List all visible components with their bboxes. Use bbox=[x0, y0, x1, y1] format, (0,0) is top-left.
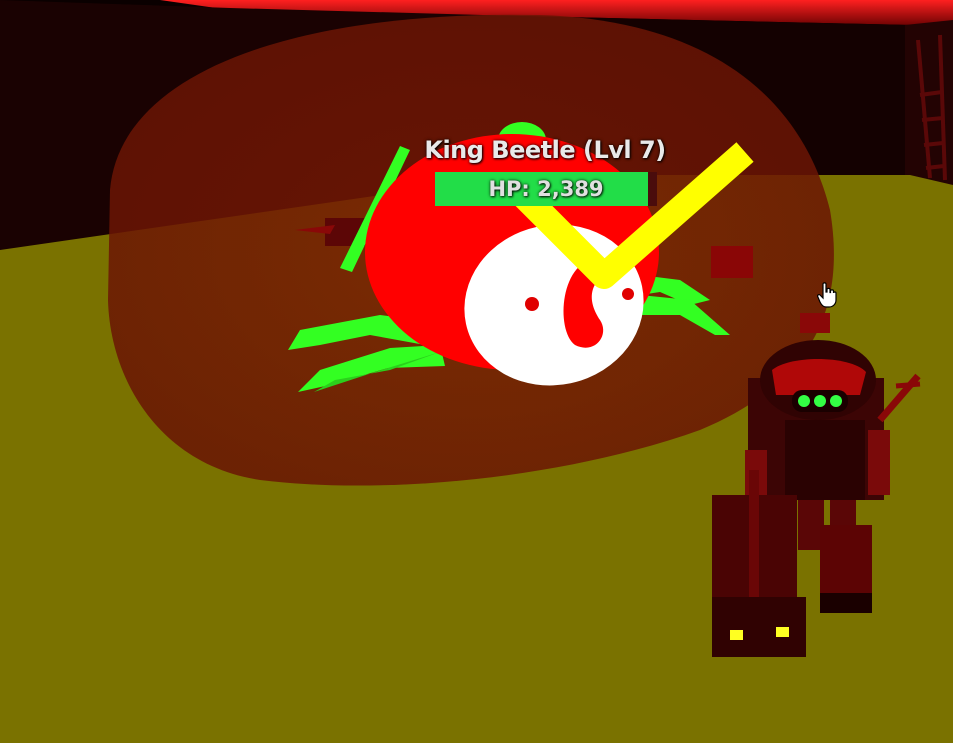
avatar-visor-frame bbox=[772, 358, 866, 395]
beetle-eye bbox=[622, 288, 634, 300]
avatar-staff bbox=[895, 381, 921, 389]
avatar-hat-top bbox=[800, 313, 830, 333]
avatar-pole bbox=[749, 470, 759, 600]
avatar-foot-block bbox=[712, 597, 806, 657]
boss-hp-label: HP: 2,389 bbox=[488, 177, 604, 201]
avatar-goggle-lens bbox=[814, 395, 826, 407]
avatar-box-trim bbox=[820, 593, 872, 613]
boss-name-label: King Beetle (Lvl 7) bbox=[424, 136, 666, 164]
hand-pointer-icon bbox=[817, 282, 837, 308]
avatar-foot-light bbox=[776, 627, 789, 637]
boss-nameplate: King Beetle (Lvl 7) HP: 2,389 bbox=[400, 136, 690, 206]
game-viewport[interactable] bbox=[0, 0, 953, 743]
beetle-eye bbox=[525, 297, 539, 311]
avatar-arm-right bbox=[868, 430, 890, 495]
boss-hp-bar: HP: 2,389 bbox=[435, 172, 657, 206]
avatar-goggle-lens bbox=[830, 395, 842, 407]
avatar-goggle-lens bbox=[798, 395, 810, 407]
avatar-foot-light bbox=[730, 630, 743, 640]
avatar-torso bbox=[785, 420, 865, 500]
debris-block bbox=[711, 246, 753, 278]
